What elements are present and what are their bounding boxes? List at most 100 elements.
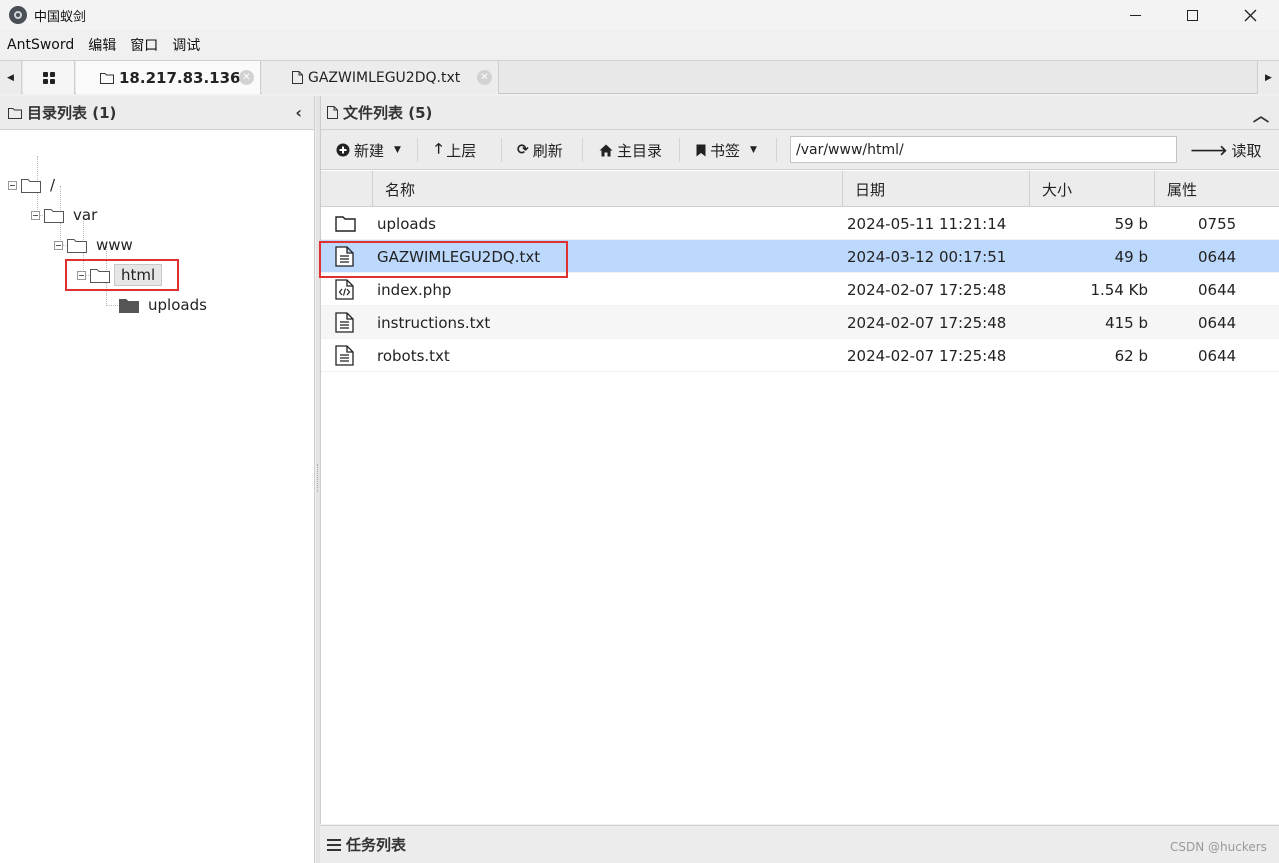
tree-node-var[interactable]: var bbox=[31, 203, 97, 227]
folder-filled-icon bbox=[119, 298, 139, 313]
collapse-toggle-icon[interactable] bbox=[54, 240, 63, 250]
folder-icon bbox=[67, 238, 87, 253]
new-button-label: 新建 bbox=[354, 141, 385, 160]
file-table-header: 名称 日期 大小 属性 bbox=[321, 171, 1279, 207]
file-size: 59 b bbox=[1114, 214, 1148, 233]
file-name: uploads bbox=[377, 214, 436, 233]
tree-node-www[interactable]: www bbox=[54, 233, 133, 257]
window-title: 中国蚁剑 bbox=[34, 9, 87, 25]
watermark: CSDN @huckers bbox=[1170, 840, 1267, 854]
up-level-label: 上层 bbox=[446, 141, 477, 160]
antsword-logo-icon bbox=[9, 6, 27, 24]
minimize-button[interactable] bbox=[1105, 0, 1165, 30]
file-table-body: uploads 2024-05-11 11:21:14 59 b 0755 GA… bbox=[321, 207, 1279, 372]
tab-scroll-right-button[interactable]: ▶ bbox=[1257, 61, 1279, 94]
column-size[interactable]: 大小 bbox=[1029, 171, 1154, 207]
tab-home[interactable] bbox=[23, 61, 75, 94]
up-level-button[interactable]: 🡑 上层 bbox=[435, 130, 476, 170]
collapse-left-icon[interactable]: ‹ bbox=[295, 103, 302, 122]
file-attr: 0644 bbox=[1198, 280, 1237, 299]
refresh-label: 刷新 bbox=[532, 141, 563, 160]
title-bar: 中国蚁剑 bbox=[0, 0, 1279, 30]
file-panel: 文件列表 (5) ︿ 新建 ▼ 🡑 上层 ⟳ 刷新 主目录 书签 ▼ /var/… bbox=[319, 96, 1279, 824]
tab-scroll-left-button[interactable]: ◀ bbox=[0, 61, 22, 94]
list-icon bbox=[327, 838, 341, 851]
file-attr: 0644 bbox=[1198, 313, 1237, 332]
file-date: 2024-03-12 00:17:51 bbox=[847, 247, 1007, 266]
task-panel[interactable]: 任务列表 bbox=[320, 825, 1279, 863]
tree-node-root[interactable]: / bbox=[8, 173, 55, 197]
text-file-icon bbox=[335, 312, 354, 333]
file-size: 49 b bbox=[1114, 247, 1148, 266]
code-file-icon bbox=[335, 279, 354, 300]
home-icon bbox=[599, 144, 613, 156]
tree-node-label: www bbox=[96, 236, 133, 254]
file-date: 2024-02-07 17:25:48 bbox=[847, 313, 1007, 332]
file-name: instructions.txt bbox=[377, 313, 491, 332]
directory-panel: 目录列表 (1) ‹ / var www html uploads bbox=[0, 96, 315, 863]
path-input[interactable] bbox=[790, 136, 1177, 163]
file-panel-header: 文件列表 (5) ︿ bbox=[321, 96, 1279, 130]
arrow-right-icon: 🡒 bbox=[1190, 142, 1228, 159]
read-label: 读取 bbox=[1231, 141, 1262, 160]
arrow-up-icon: 🡑 bbox=[435, 141, 443, 157]
column-attr[interactable]: 属性 bbox=[1154, 171, 1279, 207]
menu-debug[interactable]: 调试 bbox=[165, 35, 207, 55]
maximize-button[interactable] bbox=[1162, 0, 1222, 30]
file-size: 1.54 Kb bbox=[1090, 280, 1148, 299]
folder-outline-icon bbox=[8, 107, 22, 119]
folder-icon bbox=[335, 216, 356, 232]
folder-icon bbox=[21, 178, 41, 193]
menu-edit[interactable]: 编辑 bbox=[81, 35, 123, 55]
tree-node-label: uploads bbox=[148, 296, 207, 314]
menu-antsword[interactable]: AntSword bbox=[0, 37, 81, 53]
caret-right-icon: ▶ bbox=[1265, 72, 1272, 83]
tab-bar: ◀ 18.217.83.136 ✕ GAZWIMLEGU2DQ.txt ✕ ▶ bbox=[0, 60, 1279, 94]
maximize-icon bbox=[1186, 9, 1198, 21]
tab-file-label: GAZWIMLEGU2DQ.txt bbox=[308, 69, 461, 86]
plus-circle-icon bbox=[336, 143, 350, 157]
minimize-icon bbox=[1129, 14, 1141, 16]
file-date: 2024-02-07 17:25:48 bbox=[847, 280, 1007, 299]
grid-icon bbox=[42, 71, 55, 84]
file-name: robots.txt bbox=[377, 346, 450, 365]
file-attr: 0755 bbox=[1198, 214, 1237, 233]
tab-file-close-icon[interactable]: ✕ bbox=[477, 70, 492, 85]
bookmark-button[interactable]: 书签 ▼ bbox=[696, 130, 757, 170]
refresh-button[interactable]: ⟳ 刷新 bbox=[517, 130, 563, 170]
file-panel-title: 文件列表 (5) bbox=[343, 104, 433, 122]
text-file-icon bbox=[335, 345, 354, 366]
table-row[interactable]: instructions.txt 2024-02-07 17:25:48 415… bbox=[321, 306, 1279, 339]
tab-host-close-icon[interactable]: ✕ bbox=[239, 70, 254, 85]
home-dir-button[interactable]: 主目录 bbox=[599, 130, 662, 170]
folder-icon bbox=[44, 208, 64, 223]
tree-node-uploads[interactable]: uploads bbox=[119, 293, 207, 317]
tree-node-label: var bbox=[73, 206, 98, 224]
close-window-button[interactable] bbox=[1220, 0, 1279, 30]
refresh-icon: ⟳ bbox=[517, 142, 529, 158]
tab-host[interactable]: 18.217.83.136 ✕ bbox=[76, 61, 261, 94]
column-date[interactable]: 日期 bbox=[842, 171, 1029, 207]
highlight-box bbox=[319, 241, 568, 278]
file-outline-icon bbox=[327, 106, 338, 119]
column-name[interactable]: 名称 bbox=[372, 171, 842, 207]
new-button[interactable]: 新建 ▼ bbox=[336, 130, 401, 170]
home-dir-label: 主目录 bbox=[617, 141, 663, 160]
table-row[interactable]: uploads 2024-05-11 11:21:14 59 b 0755 bbox=[321, 207, 1279, 240]
directory-panel-title: 目录列表 (1) bbox=[27, 104, 117, 122]
file-attr: 0644 bbox=[1198, 247, 1237, 266]
file-date: 2024-05-11 11:21:14 bbox=[847, 214, 1007, 233]
file-attr: 0644 bbox=[1198, 346, 1237, 365]
menu-window[interactable]: 窗口 bbox=[123, 35, 165, 55]
table-row[interactable]: robots.txt 2024-02-07 17:25:48 62 b 0644 bbox=[321, 339, 1279, 372]
tree-node-label: / bbox=[50, 176, 56, 194]
column-icon bbox=[321, 171, 372, 207]
collapse-toggle-icon[interactable] bbox=[31, 210, 40, 220]
read-button[interactable]: 🡒 读取 bbox=[1190, 130, 1262, 170]
bookmark-icon bbox=[696, 144, 706, 156]
tab-host-label: 18.217.83.136 bbox=[119, 68, 241, 87]
collapse-toggle-icon[interactable] bbox=[8, 180, 17, 190]
tab-file[interactable]: GAZWIMLEGU2DQ.txt ✕ bbox=[262, 61, 499, 94]
bookmark-label: 书签 bbox=[710, 141, 741, 160]
collapse-up-icon[interactable]: ︿ bbox=[1253, 102, 1269, 126]
